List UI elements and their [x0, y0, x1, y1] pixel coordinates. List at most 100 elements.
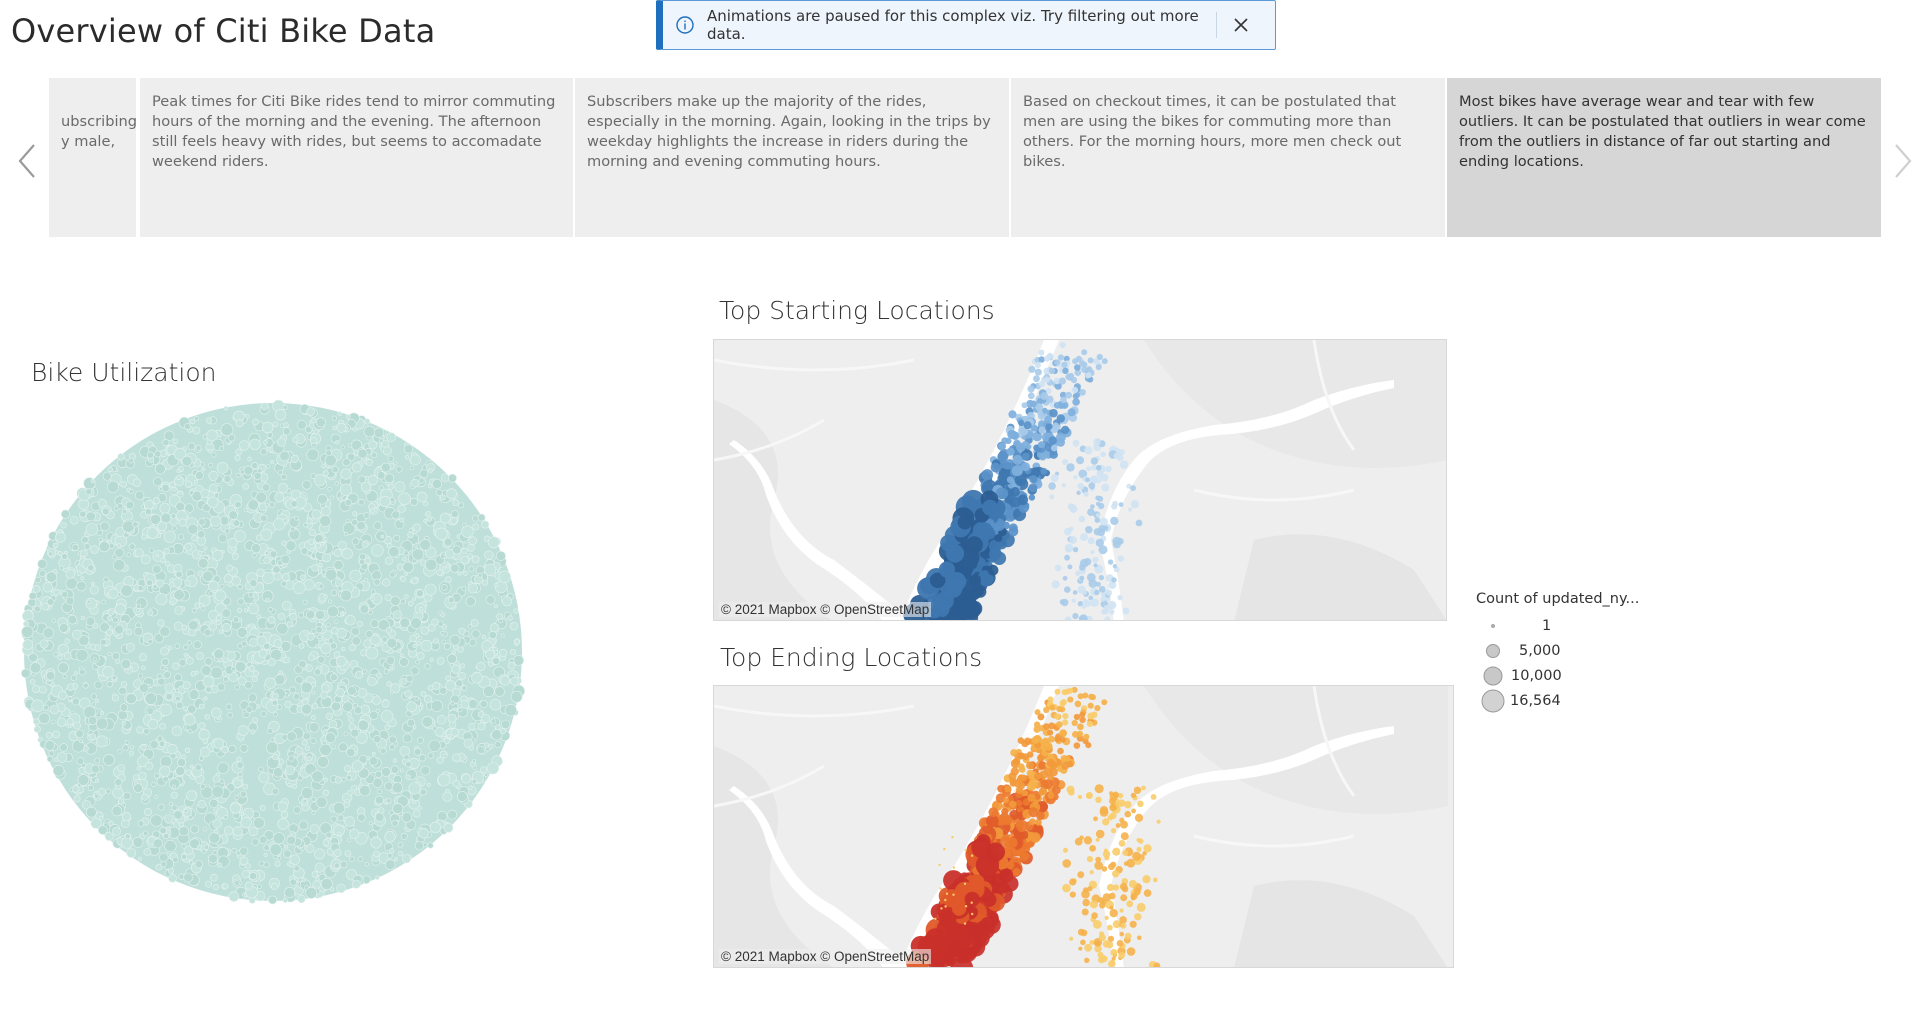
bubble-mark [439, 686, 448, 695]
bubble-mark [152, 564, 162, 575]
map-mark [1080, 939, 1086, 946]
map-mark [1009, 800, 1017, 808]
map-mark [1119, 916, 1127, 924]
bubble-mark [247, 456, 252, 462]
bubble-mark [274, 409, 287, 421]
bubble-mark [85, 616, 96, 626]
story-point-2[interactable]: Peak times for Citi Bike rides tend to m… [140, 78, 575, 237]
map-mark [1021, 402, 1028, 409]
bubble-mark [38, 712, 51, 725]
story-previous-button[interactable] [10, 136, 44, 186]
top-ending-map[interactable]: © 2021 Mapbox © OpenStreetMap [713, 685, 1454, 968]
bubble-mark [242, 483, 250, 490]
bubble-mark [320, 878, 333, 890]
bubble-mark [150, 814, 163, 827]
close-notification-button[interactable] [1221, 5, 1261, 45]
bubble-mark [397, 842, 404, 848]
bubble-mark [99, 710, 105, 716]
bubble-mark [112, 554, 118, 560]
bubble-mark [136, 765, 142, 771]
legend-title: Count of updated_ny... [1476, 591, 1640, 607]
bike-utilization-bubble-chart[interactable] [20, 395, 540, 915]
map-mark [1137, 935, 1142, 941]
story-point-3[interactable]: Subscribers make up the majority of the … [575, 78, 1011, 237]
story-point-4[interactable]: Based on checkout times, it can be postu… [1011, 78, 1447, 237]
bubble-mark [197, 844, 203, 850]
bubble-mark [172, 526, 177, 531]
bubble-mark [382, 446, 392, 456]
bubble-mark [243, 508, 248, 513]
top-starting-map[interactable]: © 2021 Mapbox © OpenStreetMap [713, 339, 1447, 621]
bubble-mark [87, 716, 98, 726]
bubble-mark [315, 644, 320, 649]
map-mark [1083, 491, 1089, 497]
bubble-mark [432, 681, 441, 690]
bubble-mark [476, 745, 485, 754]
map-mark [1022, 753, 1030, 761]
bubble-mark [111, 694, 119, 702]
bubble-mark [149, 740, 159, 750]
map-mark [1043, 706, 1050, 714]
bubble-mark [394, 857, 398, 862]
map-mark [1142, 875, 1151, 884]
bubble-mark [333, 848, 342, 857]
bubble-mark [450, 701, 455, 706]
bubble-mark [260, 710, 267, 718]
bubble-mark [221, 622, 231, 632]
map-canvas[interactable] [714, 686, 1454, 968]
bubble-mark [184, 580, 191, 586]
bubble-mark [320, 691, 328, 700]
story-point-1[interactable]: ubscribing y male, [49, 78, 138, 237]
bubble-mark [21, 625, 34, 638]
bubble-mark [171, 725, 183, 737]
map-mark [964, 848, 967, 852]
bubble-mark [300, 547, 309, 555]
map-canvas[interactable] [714, 340, 1447, 621]
bubble-mark [317, 755, 329, 768]
map-mark [1039, 770, 1048, 779]
map-mark [1118, 951, 1126, 959]
bubble-mark [143, 848, 152, 856]
bubble-mark [76, 570, 82, 576]
story-point-text: Peak times for Citi Bike rides tend to m… [152, 93, 556, 170]
bubble-mark [218, 446, 224, 451]
story-point-5[interactable]: Most bikes have average wear and tear wi… [1447, 78, 1881, 237]
bubble-mark [236, 626, 248, 638]
bubble-mark [126, 848, 137, 858]
bubble-mark [52, 542, 59, 548]
bubble-mark [383, 668, 390, 675]
map-mark [1124, 932, 1132, 940]
bubble-mark [195, 471, 204, 480]
bubble-mark [504, 704, 517, 717]
map-mark [1135, 519, 1143, 527]
bubble-mark [468, 536, 478, 545]
bubble-mark [435, 527, 448, 541]
map-attribution[interactable]: © 2021 Mapbox © OpenStreetMap [719, 949, 932, 964]
story-next-button[interactable] [1890, 136, 1916, 186]
map-mark [1015, 786, 1024, 794]
map-mark [1080, 533, 1088, 541]
bubble-mark [306, 407, 316, 417]
map-mark [1095, 581, 1101, 587]
bubble-mark [315, 417, 326, 428]
map-mark [1115, 823, 1121, 828]
map-mark [1060, 598, 1069, 607]
bubble-mark [79, 739, 83, 744]
bubble-mark [96, 717, 109, 730]
bubble-mark [212, 775, 221, 783]
bubble-mark [419, 469, 429, 479]
map-mark [970, 901, 973, 904]
map-attribution[interactable]: © 2021 Mapbox © OpenStreetMap [719, 602, 932, 617]
bubble-marks [21, 399, 525, 905]
bubble-mark [496, 613, 503, 620]
bubble-mark [137, 673, 144, 679]
bubble-mark [402, 733, 413, 743]
map-mark [1026, 769, 1034, 777]
bubble-mark [432, 638, 439, 644]
map-mark [986, 842, 1005, 862]
bubble-mark [164, 840, 177, 853]
bubble-mark [284, 887, 296, 899]
bubble-mark [174, 605, 184, 615]
bubble-mark [236, 756, 242, 763]
bubble-mark [204, 714, 211, 720]
